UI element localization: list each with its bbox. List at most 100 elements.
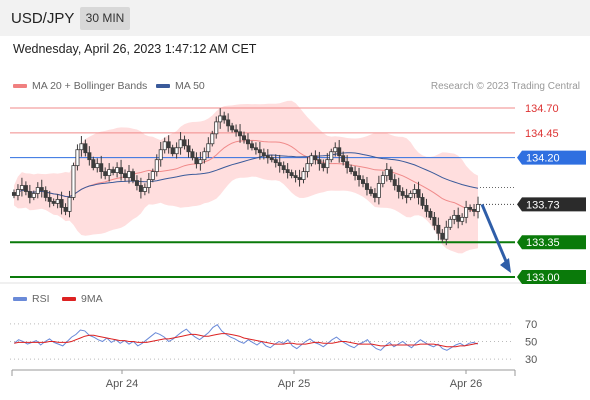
candle-body [261,152,266,157]
candle-body [376,183,381,198]
candle-body [51,201,56,204]
x-tick-label: Apr 25 [278,378,310,390]
candle-body [162,141,167,151]
candle-body [202,151,207,161]
candle-body [357,175,362,180]
candle-body [43,190,48,198]
forecast-arrow-shaft [480,203,510,267]
candle-body [476,204,481,212]
candle-body [186,145,191,153]
candle-body [218,115,223,123]
candle-body [95,163,100,169]
candle-body [154,159,159,173]
candle-body [388,169,393,180]
candle-body [273,159,278,164]
candle-body [309,155,314,165]
price-chart: 134.70 134.45 134.20 133.35 133.00 133.73 70 50… [0,100,590,390]
candle-body [178,139,183,149]
candle-body [19,185,24,190]
candle-body [170,147,175,155]
candle-body [253,147,258,151]
candle-body [468,207,473,210]
candle-body [456,214,461,222]
candle-body [230,125,235,131]
candle-body [353,171,358,176]
candle-body [432,216,437,226]
candle-body [39,187,44,191]
candle-body [194,157,199,165]
candle-body [293,175,298,178]
candle-body [67,197,72,212]
candle-body [416,189,421,198]
candle-body [63,207,68,212]
candle-body [297,177,302,180]
level-label-133.00: 133.00 [526,272,560,284]
rsi-tick-label: 50 [525,337,537,349]
candle-body [127,171,132,178]
candle-body [424,205,429,212]
candle-body [79,143,84,151]
candle-body [123,173,128,178]
candle-body [174,147,179,155]
candle-body [313,155,318,161]
level-label-134.45: 134.45 [525,128,559,140]
level-label-134.20: 134.20 [526,153,560,165]
candle-body [111,169,116,174]
candle-body [392,179,397,186]
candle-body [396,185,401,192]
chart-widget: { "header": { "symbol": "USD/JPY", "time… [0,0,590,400]
candle-body [103,171,108,176]
candle-body [134,180,139,186]
candle-body [400,191,405,196]
candle-body [277,162,282,167]
candle-body [142,187,147,192]
candle-body [107,169,112,176]
candle-body [265,155,270,159]
candle-body [23,185,28,192]
candle-body [226,119,231,127]
candle-body [364,183,369,190]
candle-body [87,152,92,161]
candle-body [214,121,219,135]
candle-body [321,163,326,169]
candle-body [158,149,163,161]
candle-body [71,165,76,198]
candle-body [206,143,211,153]
candle-body [222,115,227,121]
candle-body [436,224,441,234]
candle-body [472,208,477,212]
candle-body [138,185,143,192]
candle-body [55,199,60,204]
candle-body [11,192,16,196]
candle-body [380,175,385,184]
candle-body [452,214,457,220]
candle-body [301,171,306,180]
candle-body [15,189,20,196]
candle-body [289,172,294,176]
candle-body [27,191,32,198]
candle-body [83,143,88,154]
bollinger-band [14,100,478,254]
candle-body [31,193,36,198]
candle-body [257,149,262,154]
candle-body [420,197,425,206]
candle-body [249,143,254,149]
candle-body [198,159,203,165]
candle-body [372,193,377,198]
current-price-label: 133.73 [526,199,560,211]
candle-body [281,165,286,171]
candle-body [182,139,187,147]
candle-body [448,218,453,228]
candle-body [75,149,80,167]
rsi-line [13,324,478,351]
candle-body [119,167,124,174]
candle-body [166,141,171,149]
candle-body [47,197,52,202]
candle-body [150,171,155,180]
candle-body [341,155,346,163]
candle-body [115,167,120,174]
candle-body [404,195,409,198]
candle-body [190,151,195,159]
candle-body [238,131,243,137]
candle-body [329,151,334,161]
